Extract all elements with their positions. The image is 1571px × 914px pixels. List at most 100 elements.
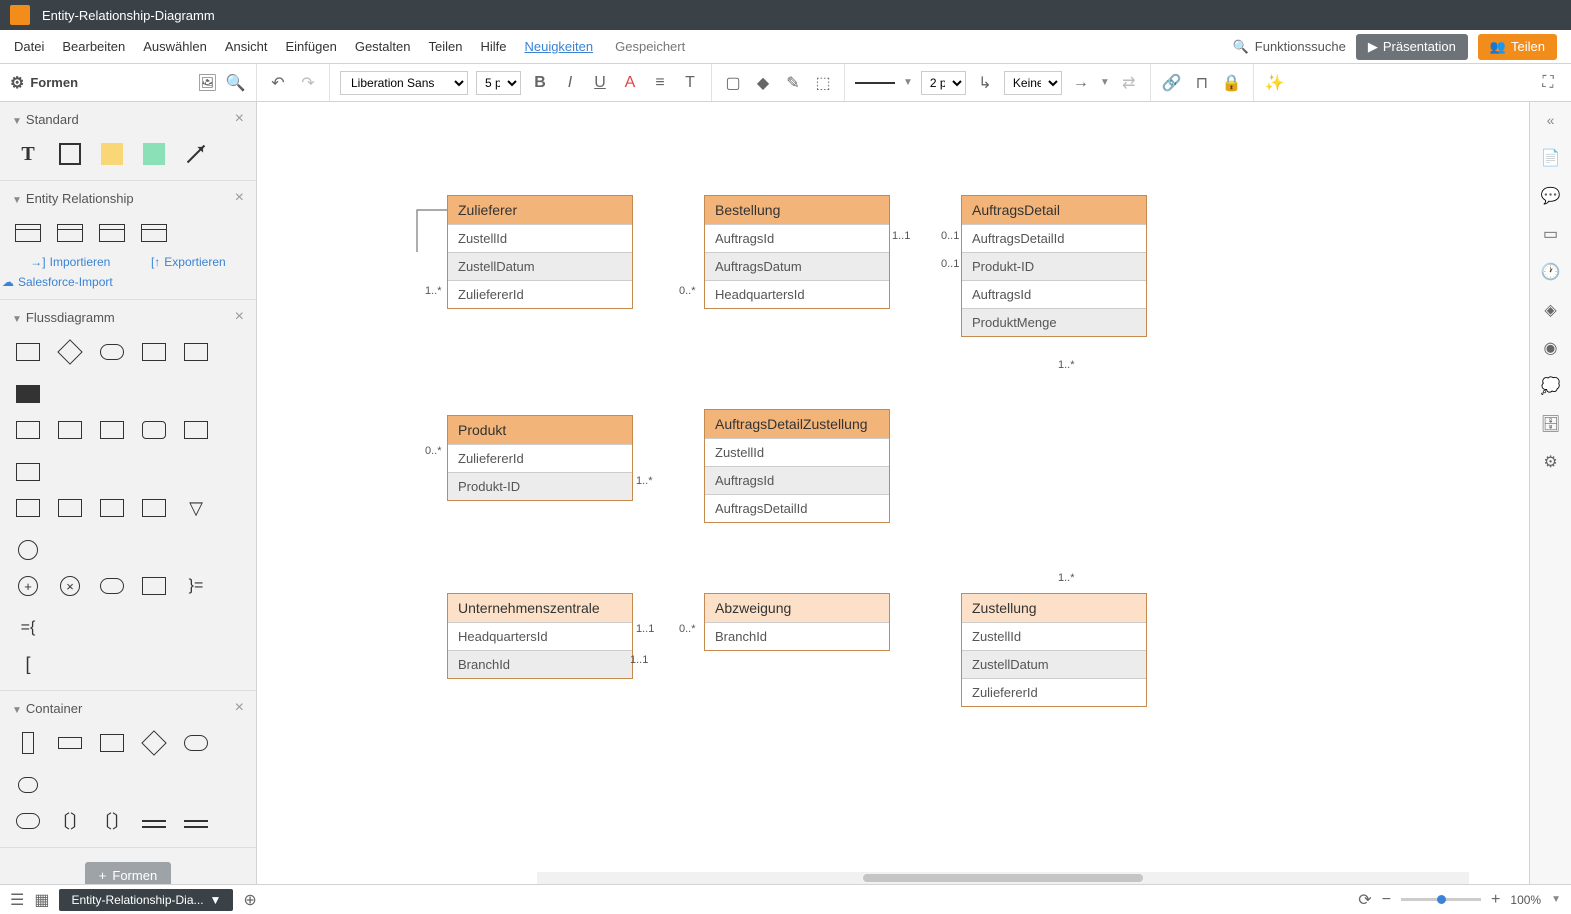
entity-zustellung[interactable]: ZustellungZustellIdZustellDatumZuliefere… bbox=[961, 593, 1147, 707]
italic-icon[interactable]: I bbox=[559, 72, 581, 94]
comment-icon[interactable]: 💬 bbox=[1539, 184, 1563, 208]
group-header-flow[interactable]: ▼Flussdiagramm × bbox=[0, 300, 256, 334]
entity-field[interactable]: ZuliefererId bbox=[448, 280, 632, 308]
page-icon[interactable]: 📄 bbox=[1539, 146, 1563, 170]
flow-shape[interactable]: ▽ bbox=[182, 494, 210, 522]
entity-field[interactable]: BranchId bbox=[448, 650, 632, 678]
flow-shape[interactable] bbox=[140, 494, 168, 522]
entity-field[interactable]: HeadquartersId bbox=[705, 280, 889, 308]
group-header-standard[interactable]: ▼Standard × bbox=[0, 102, 256, 136]
line-path-icon[interactable]: ↳ bbox=[974, 72, 996, 94]
entity-field[interactable]: ZustellId bbox=[705, 438, 889, 466]
note-yellow-shape[interactable] bbox=[98, 140, 126, 168]
database-icon[interactable]: 🗄 bbox=[1539, 412, 1563, 436]
flow-shape[interactable]: × bbox=[56, 572, 84, 600]
entity-header[interactable]: Abzweigung bbox=[705, 594, 889, 622]
group-header-er[interactable]: ▼Entity Relationship × bbox=[0, 181, 256, 215]
presentation-button[interactable]: ▶ Präsentation bbox=[1356, 34, 1468, 60]
zoom-in-icon[interactable]: + bbox=[1491, 891, 1500, 909]
entity-field[interactable]: HeadquartersId bbox=[448, 622, 632, 650]
flow-shape[interactable] bbox=[98, 572, 126, 600]
flow-shape[interactable]: ={ bbox=[14, 614, 42, 642]
entity-field[interactable]: ZustellDatum bbox=[448, 252, 632, 280]
present-icon[interactable]: ▭ bbox=[1539, 222, 1563, 246]
entity-field[interactable]: Produkt-ID bbox=[448, 472, 632, 500]
entity-field[interactable]: AuftragsDetailId bbox=[962, 224, 1146, 252]
page-tab[interactable]: Entity-Relationship-Dia... ▼ bbox=[59, 889, 233, 911]
entity-header[interactable]: Zulieferer bbox=[448, 196, 632, 224]
flow-shape[interactable] bbox=[98, 416, 126, 444]
fullscreen-icon[interactable]: ⛶ bbox=[1537, 72, 1559, 94]
entity-header[interactable]: AuftragsDetailZustellung bbox=[705, 410, 889, 438]
rect-shape[interactable] bbox=[56, 140, 84, 168]
flow-shape[interactable] bbox=[140, 572, 168, 600]
underline-icon[interactable]: U bbox=[589, 72, 611, 94]
cont-shape[interactable] bbox=[140, 729, 168, 757]
menu-share[interactable]: Teilen bbox=[428, 39, 462, 54]
entity-zulieferer[interactable]: ZuliefererZustellIdZustellDatumZuliefere… bbox=[447, 195, 633, 309]
line-style-icon[interactable] bbox=[855, 82, 895, 84]
flow-shape[interactable] bbox=[140, 338, 168, 366]
entity-header[interactable]: Produkt bbox=[448, 416, 632, 444]
link-icon[interactable]: 🔗 bbox=[1161, 72, 1183, 94]
image-icon[interactable]: 🖼 bbox=[197, 72, 218, 94]
flow-shape[interactable] bbox=[182, 338, 210, 366]
data-icon[interactable]: ◉ bbox=[1539, 336, 1563, 360]
settings-icon[interactable]: ⚙ bbox=[1539, 450, 1563, 474]
entity-field[interactable]: ZuliefererId bbox=[962, 678, 1146, 706]
layers-icon[interactable]: ◈ bbox=[1539, 298, 1563, 322]
undo-icon[interactable]: ↶ bbox=[267, 72, 289, 94]
list-view-icon[interactable]: ☰ bbox=[10, 890, 24, 910]
cont-shape[interactable] bbox=[14, 729, 42, 757]
add-page-icon[interactable]: ⊕ bbox=[243, 890, 256, 910]
entity-field[interactable]: BranchId bbox=[705, 622, 889, 650]
text-size-icon[interactable]: T bbox=[679, 72, 701, 94]
canvas[interactable]: ZuliefererZustellIdZustellDatumZuliefere… bbox=[257, 102, 1529, 884]
entity-field[interactable]: AuftragsId bbox=[962, 280, 1146, 308]
flow-shape[interactable] bbox=[56, 494, 84, 522]
fill-color-icon[interactable]: ◆ bbox=[752, 72, 774, 94]
note-green-shape[interactable] bbox=[140, 140, 168, 168]
entity-field[interactable]: Produkt-ID bbox=[962, 252, 1146, 280]
flow-shape[interactable]: }= bbox=[182, 572, 210, 600]
export-link[interactable]: [↑ Exportieren bbox=[151, 255, 226, 269]
cont-shape[interactable]: 〔〕 bbox=[98, 807, 126, 835]
flow-shape[interactable] bbox=[14, 458, 42, 486]
linewidth-select[interactable]: 2 px bbox=[921, 71, 966, 95]
menu-help[interactable]: Hilfe bbox=[480, 39, 506, 54]
bold-icon[interactable]: B bbox=[529, 72, 551, 94]
er-shape-2[interactable] bbox=[56, 219, 84, 247]
folder-icon[interactable] bbox=[10, 5, 30, 25]
import-link[interactable]: →] Importieren bbox=[30, 255, 110, 269]
entity-auftragsdetail[interactable]: AuftragsDetailAuftragsDetailIdProdukt-ID… bbox=[961, 195, 1147, 337]
close-icon[interactable]: × bbox=[235, 110, 244, 128]
entity-header[interactable]: Zustellung bbox=[962, 594, 1146, 622]
menu-edit[interactable]: Bearbeiten bbox=[62, 39, 125, 54]
group-header-container[interactable]: ▼Container × bbox=[0, 691, 256, 725]
cont-shape[interactable] bbox=[182, 729, 210, 757]
font-select[interactable]: Liberation Sans bbox=[340, 71, 468, 95]
entity-field[interactable]: AuftragsId bbox=[705, 466, 889, 494]
entity-header[interactable]: AuftragsDetail bbox=[962, 196, 1146, 224]
arrow-style-icon[interactable]: → bbox=[1070, 72, 1092, 94]
flow-shape[interactable] bbox=[98, 338, 126, 366]
entity-header[interactable]: Bestellung bbox=[705, 196, 889, 224]
menu-insert[interactable]: Einfügen bbox=[286, 39, 337, 54]
close-icon[interactable]: × bbox=[235, 699, 244, 717]
cont-shape[interactable] bbox=[14, 807, 42, 835]
gear-icon[interactable] bbox=[10, 73, 24, 93]
flow-shape[interactable] bbox=[98, 494, 126, 522]
menu-news[interactable]: Neuigkeiten bbox=[524, 39, 593, 54]
history-icon[interactable]: 🕐 bbox=[1539, 260, 1563, 284]
entity-field[interactable]: AuftragsDetailId bbox=[705, 494, 889, 522]
entity-bestellung[interactable]: BestellungAuftragsIdAuftragsDatumHeadqua… bbox=[704, 195, 890, 309]
line-end-select[interactable]: Keine bbox=[1004, 71, 1062, 95]
entity-header[interactable]: Unternehmenszentrale bbox=[448, 594, 632, 622]
entity-field[interactable]: ZustellId bbox=[962, 622, 1146, 650]
entity-field[interactable]: ProduktMenge bbox=[962, 308, 1146, 336]
cont-shape[interactable]: 〔〕 bbox=[56, 807, 84, 835]
entity-field[interactable]: AuftragsId bbox=[705, 224, 889, 252]
more-shapes-button[interactable]: + Formen bbox=[85, 862, 171, 884]
flow-shape[interactable]: + bbox=[14, 572, 42, 600]
text-color-icon[interactable]: A bbox=[619, 72, 641, 94]
